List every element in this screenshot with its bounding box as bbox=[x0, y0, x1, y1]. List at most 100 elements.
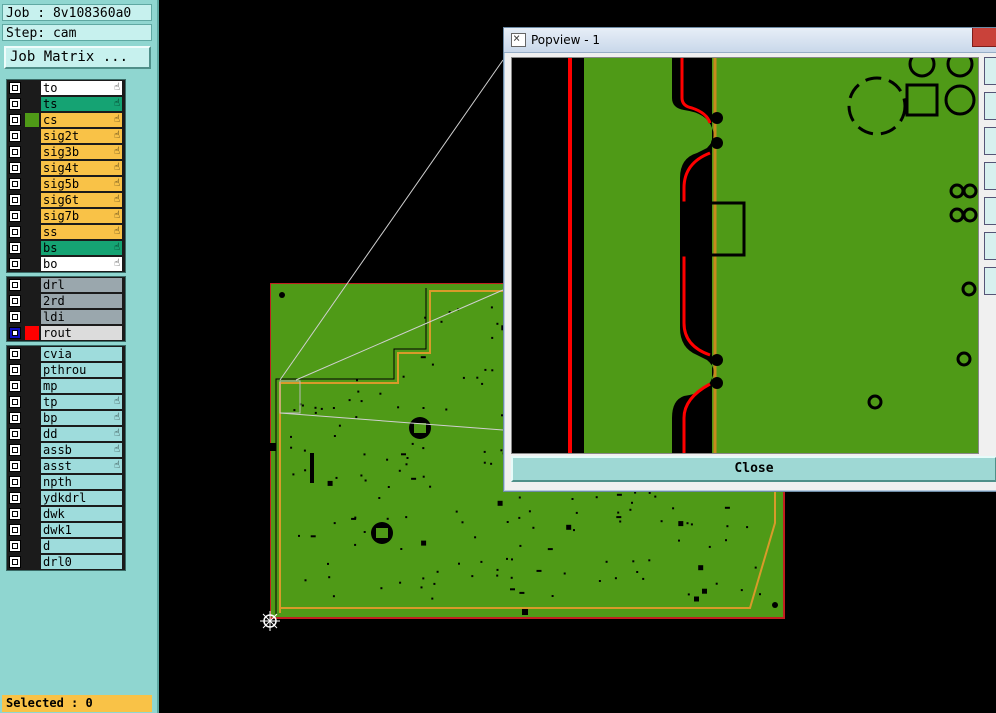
layer-name[interactable]: rout bbox=[41, 326, 122, 340]
layer-checkbox[interactable] bbox=[9, 444, 21, 456]
layer-checkbox[interactable] bbox=[9, 98, 21, 110]
layer-checkbox[interactable] bbox=[9, 295, 21, 307]
layer-row-to[interactable]: to ☝ bbox=[7, 80, 125, 96]
layer-row-sig3b[interactable]: sig3b ☝ bbox=[7, 144, 125, 160]
layer-row-sig4t[interactable]: sig4t ☝ bbox=[7, 160, 125, 176]
layer-row-ss[interactable]: ss ☝ bbox=[7, 224, 125, 240]
layer-checkbox[interactable] bbox=[9, 508, 21, 520]
layer-checkbox[interactable] bbox=[9, 556, 21, 568]
layer-row-dwk1[interactable]: dwk1 bbox=[7, 522, 125, 538]
layer-checkbox[interactable] bbox=[9, 492, 21, 504]
layer-checkbox[interactable] bbox=[9, 146, 21, 158]
layer-name[interactable]: drl0 bbox=[41, 555, 122, 569]
layer-name[interactable]: ss ☝ bbox=[41, 225, 122, 239]
layer-checkbox[interactable] bbox=[9, 348, 21, 360]
zoom-out-icon[interactable] bbox=[984, 92, 996, 120]
layer-checkbox[interactable] bbox=[9, 327, 21, 339]
layer-row-sig5b[interactable]: sig5b ☝ bbox=[7, 176, 125, 192]
layer-name[interactable]: cvia bbox=[41, 347, 122, 361]
layer-checkbox[interactable] bbox=[9, 380, 21, 392]
zoom-area-icon[interactable] bbox=[984, 197, 996, 225]
layer-checkbox[interactable] bbox=[9, 311, 21, 323]
layer-checkbox[interactable] bbox=[9, 524, 21, 536]
layer-name[interactable]: sig6t ☝ bbox=[41, 193, 122, 207]
layer-checkbox[interactable] bbox=[9, 210, 21, 222]
layer-row-npth[interactable]: npth bbox=[7, 474, 125, 490]
layer-row-cs[interactable]: cs ☝ bbox=[7, 112, 125, 128]
layer-checkbox[interactable] bbox=[9, 114, 21, 126]
layer-checkbox[interactable] bbox=[9, 226, 21, 238]
layer-checkbox[interactable] bbox=[9, 82, 21, 94]
layer-name[interactable]: dwk bbox=[41, 507, 122, 521]
layer-checkbox[interactable] bbox=[9, 279, 21, 291]
layer-name[interactable]: to ☝ bbox=[41, 81, 122, 95]
layer-row-ydkdrl[interactable]: ydkdrl bbox=[7, 490, 125, 506]
layer-name[interactable]: bo ☝ bbox=[41, 257, 122, 271]
layer-row-tp[interactable]: tp ☝ bbox=[7, 394, 125, 410]
layer-row-bs[interactable]: bs ☝ bbox=[7, 240, 125, 256]
layer-row-mp[interactable]: mp bbox=[7, 378, 125, 394]
pan-icon[interactable] bbox=[984, 162, 996, 190]
layer-row-2rd[interactable]: 2rd bbox=[7, 293, 125, 309]
layer-name[interactable]: d bbox=[41, 539, 122, 553]
layer-checkbox[interactable] bbox=[9, 396, 21, 408]
layer-checkbox[interactable] bbox=[9, 258, 21, 270]
layer-checkbox[interactable] bbox=[9, 178, 21, 190]
layer-name[interactable]: 2rd bbox=[41, 294, 122, 308]
layer-name[interactable]: dd ☝ bbox=[41, 427, 122, 441]
layer-checkbox[interactable] bbox=[9, 242, 21, 254]
layer-checkbox[interactable] bbox=[9, 540, 21, 552]
layer-name[interactable]: ydkdrl bbox=[41, 491, 122, 505]
layer-name[interactable]: npth bbox=[41, 475, 122, 489]
layer-name[interactable]: sig7b ☝ bbox=[41, 209, 122, 223]
layer-checkbox[interactable] bbox=[9, 428, 21, 440]
next-view-icon[interactable] bbox=[984, 267, 996, 295]
layer-checkbox[interactable] bbox=[9, 476, 21, 488]
layer-name[interactable]: sig4t ☝ bbox=[41, 161, 122, 175]
layer-name[interactable]: bp ☝ bbox=[41, 411, 122, 425]
layer-name[interactable]: pthrou bbox=[41, 363, 122, 377]
layer-name[interactable]: ldi bbox=[41, 310, 122, 324]
layer-row-ts[interactable]: ts ☝ bbox=[7, 96, 125, 112]
layer-name[interactable]: dwk1 bbox=[41, 523, 122, 537]
layer-checkbox[interactable] bbox=[9, 412, 21, 424]
zoom-fit-icon[interactable] bbox=[984, 127, 996, 155]
layer-row-assb[interactable]: assb ☝ bbox=[7, 442, 125, 458]
layer-checkbox[interactable] bbox=[9, 130, 21, 142]
close-button[interactable]: Close bbox=[511, 456, 996, 482]
popview-zoom-view[interactable] bbox=[511, 57, 979, 454]
layer-row-sig2t[interactable]: sig2t ☝ bbox=[7, 128, 125, 144]
layer-name[interactable]: tp ☝ bbox=[41, 395, 122, 409]
layer-row-pthrou[interactable]: pthrou bbox=[7, 362, 125, 378]
layer-name[interactable]: asst ☝ bbox=[41, 459, 122, 473]
layer-row-d[interactable]: d bbox=[7, 538, 125, 554]
layer-name[interactable]: bs ☝ bbox=[41, 241, 122, 255]
layer-name[interactable]: mp bbox=[41, 379, 122, 393]
zoom-in-icon[interactable] bbox=[984, 57, 996, 85]
layer-row-drl[interactable]: drl bbox=[7, 277, 125, 293]
popview-titlebar[interactable]: Popview - 1 bbox=[504, 28, 996, 53]
layer-row-dd[interactable]: dd ☝ bbox=[7, 426, 125, 442]
layer-checkbox[interactable] bbox=[9, 162, 21, 174]
layer-checkbox[interactable] bbox=[9, 194, 21, 206]
layer-row-asst[interactable]: asst ☝ bbox=[7, 458, 125, 474]
layer-checkbox[interactable] bbox=[9, 460, 21, 472]
layer-row-rout[interactable]: rout bbox=[7, 325, 125, 341]
layer-name[interactable]: cs ☝ bbox=[41, 113, 122, 127]
previous-view-icon[interactable] bbox=[984, 232, 996, 260]
layer-row-bp[interactable]: bp ☝ bbox=[7, 410, 125, 426]
layer-row-sig7b[interactable]: sig7b ☝ bbox=[7, 208, 125, 224]
layer-row-bo[interactable]: bo ☝ bbox=[7, 256, 125, 272]
layer-checkbox[interactable] bbox=[9, 364, 21, 376]
layer-row-cvia[interactable]: cvia bbox=[7, 346, 125, 362]
layer-row-ldi[interactable]: ldi bbox=[7, 309, 125, 325]
layer-row-drl0[interactable]: drl0 bbox=[7, 554, 125, 570]
layer-name[interactable]: drl bbox=[41, 278, 122, 292]
layer-name[interactable]: sig2t ☝ bbox=[41, 129, 122, 143]
layer-name[interactable]: sig3b ☝ bbox=[41, 145, 122, 159]
layer-name[interactable]: sig5b ☝ bbox=[41, 177, 122, 191]
job-matrix-button[interactable]: Job Matrix ... bbox=[4, 46, 151, 69]
layer-name[interactable]: assb ☝ bbox=[41, 443, 122, 457]
layer-row-dwk[interactable]: dwk bbox=[7, 506, 125, 522]
layer-name[interactable]: ts ☝ bbox=[41, 97, 122, 111]
